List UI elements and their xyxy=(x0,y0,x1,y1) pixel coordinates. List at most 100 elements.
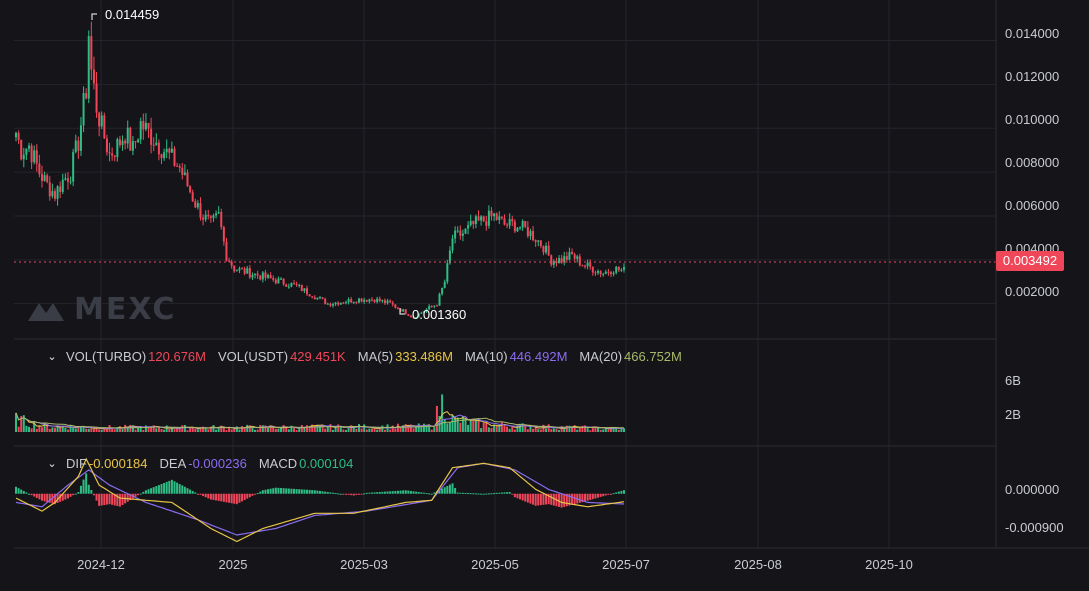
volume-bar xyxy=(545,428,548,432)
macd-histogram-bar xyxy=(511,493,514,495)
volume-bar xyxy=(212,425,215,432)
volume-bar xyxy=(363,424,366,432)
candle-body xyxy=(35,150,38,164)
macd-histogram-bar xyxy=(90,490,93,494)
candle-body xyxy=(160,154,163,159)
candle-body xyxy=(147,122,150,129)
current-price-badge: 0.003492 xyxy=(996,251,1064,271)
candle-body xyxy=(373,299,376,303)
macd-histogram-bar xyxy=(477,493,480,495)
macd-histogram-bar xyxy=(43,493,46,502)
macd-tick: -0.000900 xyxy=(1005,520,1064,535)
volume-bar xyxy=(607,429,610,432)
volume-bar xyxy=(500,422,503,432)
macd-histogram-bar xyxy=(251,493,254,496)
volume-bar xyxy=(529,426,532,432)
macd-histogram-bar xyxy=(342,493,345,495)
candle-body xyxy=(396,307,399,309)
volume-bar xyxy=(368,428,371,432)
macd-histogram-bar xyxy=(290,488,293,494)
candle-body xyxy=(542,246,545,253)
macd-histogram-bar xyxy=(238,493,241,503)
macd-histogram-bar xyxy=(498,492,501,494)
candle-body xyxy=(212,215,215,218)
macd-histogram-bar xyxy=(134,493,137,497)
macd-histogram-bar xyxy=(85,473,88,494)
macd-histogram-bar xyxy=(311,490,314,494)
volume-bar xyxy=(539,429,542,432)
candle-body xyxy=(620,269,623,271)
volume-bar xyxy=(82,426,85,432)
macd-histogram-bar xyxy=(433,492,436,494)
macd-histogram-bar xyxy=(386,491,389,494)
volume-bar xyxy=(383,429,386,432)
dea-value: -0.000236 xyxy=(188,456,247,471)
macd-histogram-bar xyxy=(17,488,20,494)
candle-body xyxy=(407,314,410,316)
price-tick: 0.008000 xyxy=(1005,155,1059,170)
candle-body xyxy=(17,132,20,140)
candle-body xyxy=(272,278,275,280)
macd-histogram-bar xyxy=(160,484,163,494)
brand-name: MEXC xyxy=(74,292,177,327)
macd-histogram-bar xyxy=(524,493,527,502)
candle-body xyxy=(467,225,470,229)
macd-histogram-bar xyxy=(571,493,574,505)
volume-bar xyxy=(300,425,303,432)
macd-histogram-bar xyxy=(241,493,244,502)
volume-bar xyxy=(194,428,197,432)
macd-histogram-bar xyxy=(35,493,38,498)
candle-body xyxy=(368,299,371,302)
volume-bar xyxy=(176,428,179,432)
candle-body xyxy=(168,148,171,153)
candle-body xyxy=(82,93,85,126)
macd-histogram xyxy=(15,473,625,508)
candle-body xyxy=(376,298,379,303)
chevron-down-icon[interactable]: ⌄ xyxy=(44,457,60,471)
volume-tick: 2B xyxy=(1005,407,1021,422)
volume-bar xyxy=(370,428,373,432)
candle-body xyxy=(251,274,254,278)
candle-body xyxy=(178,166,181,168)
volume-bar xyxy=(61,426,64,432)
macd-histogram-bar xyxy=(550,493,553,505)
volume-bar xyxy=(477,419,480,432)
macd-histogram-bar xyxy=(378,492,381,494)
macd-histogram-bar xyxy=(139,493,142,495)
candle-body xyxy=(295,283,298,285)
volume-bar xyxy=(293,428,296,432)
candle-body xyxy=(370,299,373,301)
volume-bar xyxy=(64,427,67,432)
macd-histogram-bar xyxy=(295,489,298,494)
volume-bar xyxy=(160,428,163,432)
macd-histogram-bar xyxy=(243,493,246,500)
macd-histogram-bar xyxy=(259,491,262,494)
candle-body xyxy=(591,266,594,273)
macd-histogram-bar xyxy=(422,492,425,494)
macd-histogram-bar xyxy=(222,493,225,502)
volume-tick: 6B xyxy=(1005,373,1021,388)
macd-histogram-bar xyxy=(186,488,189,494)
candle-body xyxy=(521,220,524,228)
candle-body xyxy=(519,227,522,229)
macd-histogram-bar xyxy=(490,493,493,495)
candle-body xyxy=(100,115,103,127)
macd-histogram-bar xyxy=(66,493,69,499)
candle-body xyxy=(459,230,462,236)
volume-y-axis: 6B 2B xyxy=(1005,373,1021,422)
macd-histogram-bar xyxy=(228,493,231,503)
volume-bar xyxy=(230,429,233,432)
candle-body xyxy=(202,217,205,220)
candle-body xyxy=(451,238,454,251)
candle-body xyxy=(337,302,340,305)
candle-body xyxy=(126,127,129,144)
chevron-down-icon[interactable]: ⌄ xyxy=(44,350,60,364)
volume-bar xyxy=(186,430,189,432)
candle-body xyxy=(238,268,241,271)
candle-body xyxy=(209,216,212,218)
candle-body xyxy=(381,300,384,302)
macd-histogram-bar xyxy=(282,488,285,494)
candle-body xyxy=(537,240,540,242)
volume-bar xyxy=(513,429,516,432)
volume-bar xyxy=(274,428,277,432)
